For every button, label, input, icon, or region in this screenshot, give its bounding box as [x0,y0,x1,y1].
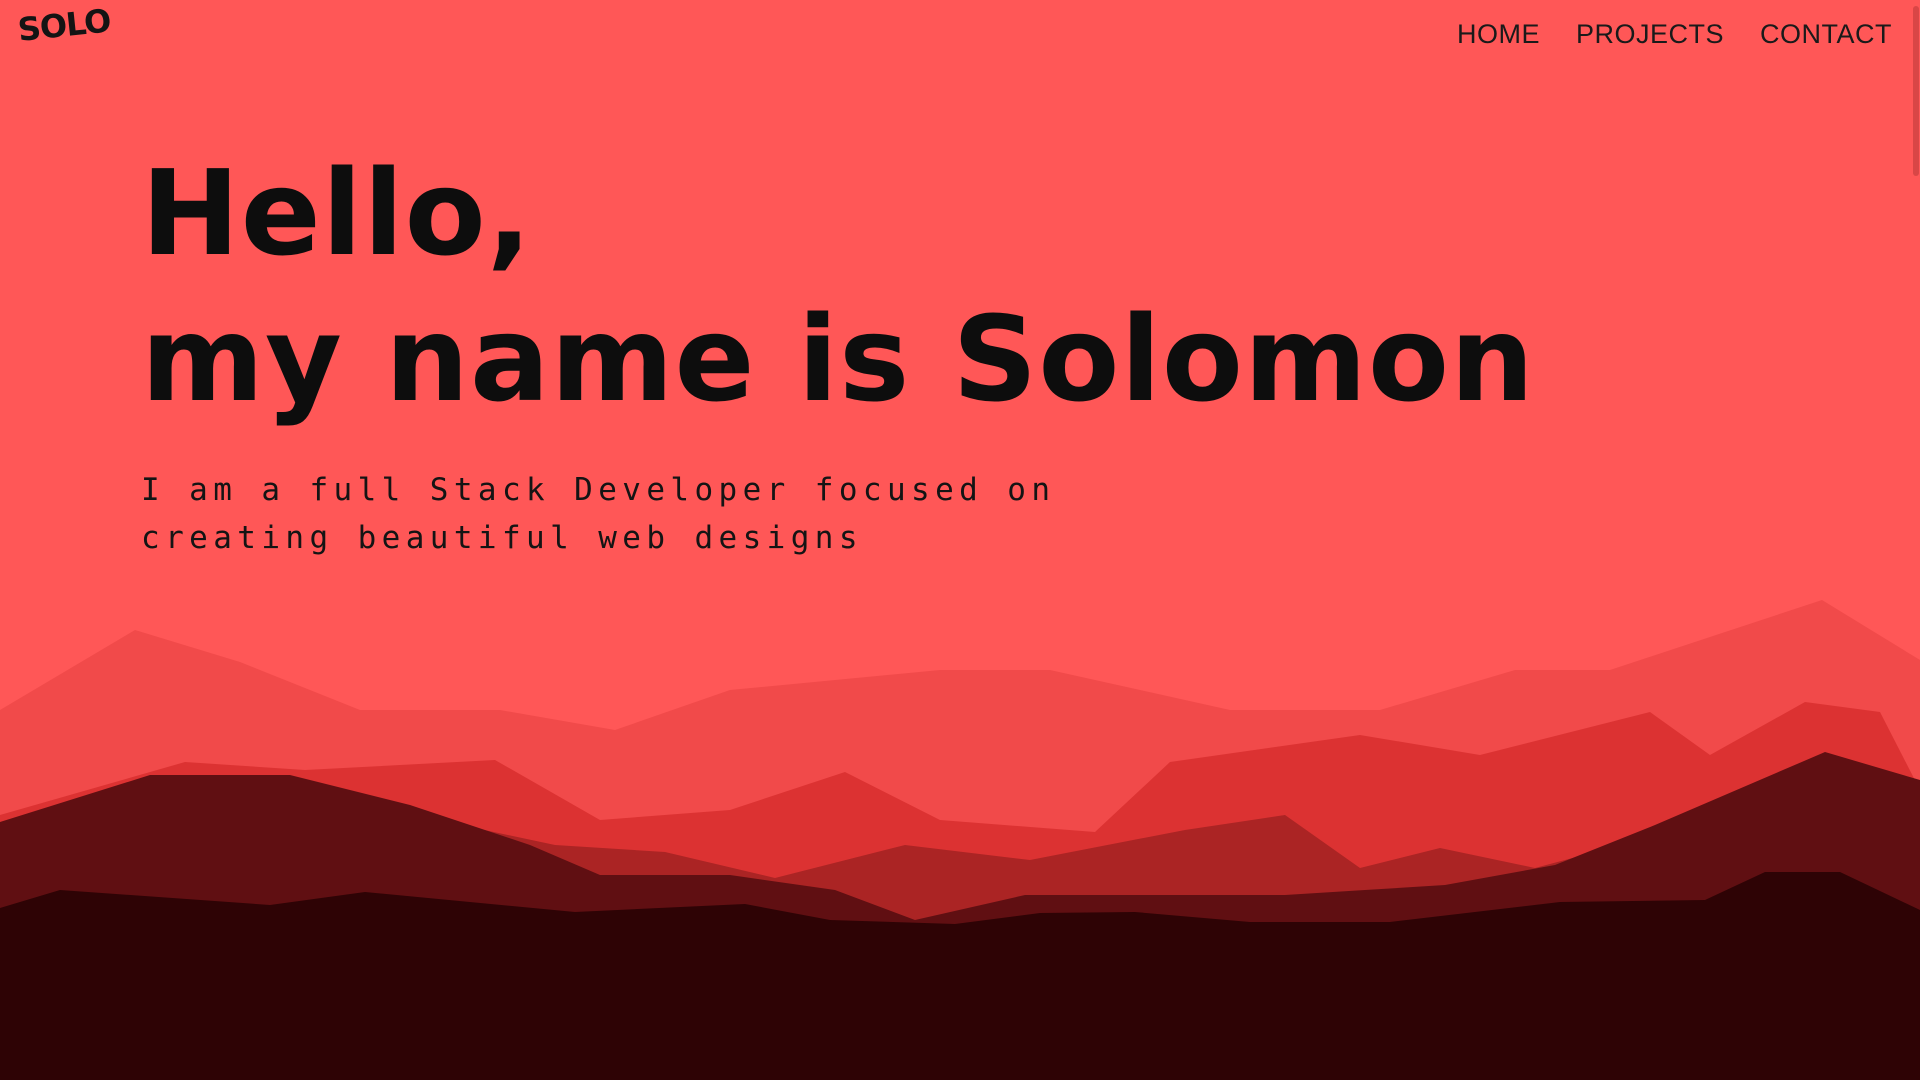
landing-page: SOLO HOME PROJECTS CONTACT Hello, my nam… [0,0,1920,1080]
nav-link-home[interactable]: HOME [1457,14,1540,54]
hero-title-line-2: my name is Solomon [141,290,1536,428]
hero-subtitle-line-2: creating beautiful web designs [141,520,863,556]
hero-title-line-1: Hello, [141,144,533,282]
nav-link-projects[interactable]: PROJECTS [1576,14,1724,54]
main-nav: HOME PROJECTS CONTACT [1457,14,1892,54]
hero-subtitle: I am a full Stack Developer focused on c… [141,466,1055,562]
scrollbar[interactable] [1912,0,1920,1080]
nav-link-contact[interactable]: CONTACT [1760,14,1892,54]
hero-subtitle-line-1: I am a full Stack Developer focused on [141,472,1056,508]
hero-title: Hello, my name is Solomon [141,140,1535,432]
mountain-landscape-illustration [0,600,1920,1080]
site-logo[interactable]: SOLO [16,1,112,48]
scrollbar-thumb[interactable] [1913,6,1919,176]
